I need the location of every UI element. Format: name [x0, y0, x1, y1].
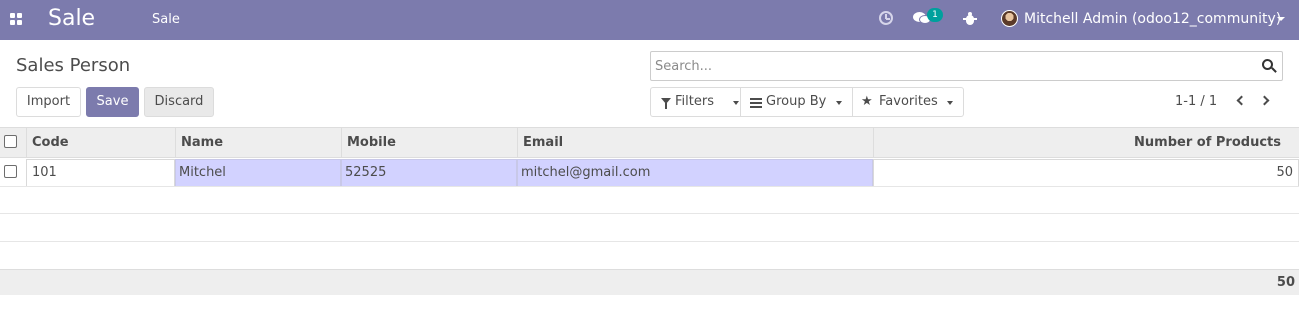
pager-previous-button[interactable]: [1234, 94, 1248, 108]
group-by-dropdown[interactable]: Group By: [740, 87, 853, 117]
row-divider: [0, 186, 1299, 187]
email-field[interactable]: mitchel@gmail.com: [517, 159, 873, 187]
select-all-checkbox[interactable]: [4, 135, 17, 148]
chevron-left-icon: [1236, 95, 1247, 106]
caret-down-icon: [836, 101, 842, 105]
search-box: [650, 51, 1283, 81]
pager-value[interactable]: 1-1 / 1: [1175, 94, 1217, 109]
search-input[interactable]: [655, 56, 1245, 76]
favorites-dropdown[interactable]: ★ Favorites: [852, 87, 964, 117]
table-footer: 50: [0, 269, 1299, 295]
row-checkbox[interactable]: [4, 165, 17, 178]
pager-next-button[interactable]: [1259, 94, 1274, 108]
row-divider: [0, 213, 1299, 214]
name-field[interactable]: Mitchel: [175, 159, 341, 187]
menu-item-sale[interactable]: Sale: [152, 12, 180, 27]
group-by-label: Group By: [766, 94, 827, 109]
app-brand[interactable]: Sale: [48, 6, 95, 31]
import-button[interactable]: Import: [16, 87, 81, 117]
caret-down-icon: [733, 101, 739, 105]
filters-label: Filters: [675, 94, 714, 109]
column-header-email[interactable]: Email: [517, 128, 873, 157]
apps-grid-icon[interactable]: [10, 13, 23, 26]
clock-icon[interactable]: [879, 11, 893, 25]
discard-button[interactable]: Discard: [144, 87, 214, 117]
row-divider: [0, 241, 1299, 242]
bug-icon[interactable]: [963, 12, 977, 25]
user-menu[interactable]: Mitchell Admin (odoo12_community): [1024, 11, 1281, 27]
page-title: Sales Person: [16, 55, 131, 76]
caret-down-icon[interactable]: [1277, 17, 1285, 21]
chevron-right-icon: [1259, 95, 1270, 106]
star-icon: ★: [861, 94, 873, 109]
column-header-code[interactable]: Code: [26, 128, 175, 157]
top-navbar: Sale Sale 1 Mitchell Admin (odoo12_commu…: [0, 0, 1299, 40]
filters-dropdown[interactable]: Filters: [650, 87, 741, 117]
table-header: Code Name Mobile Email Number of Product…: [0, 127, 1299, 158]
column-header-name[interactable]: Name: [175, 128, 341, 157]
column-header-number-of-products[interactable]: Number of Products: [873, 128, 1299, 157]
chat-badge: 1: [927, 8, 943, 22]
mobile-field[interactable]: 52525: [341, 159, 517, 187]
filter-icon: [661, 98, 671, 109]
column-header-mobile[interactable]: Mobile: [341, 128, 517, 157]
caret-down-icon: [947, 101, 953, 105]
code-field[interactable]: 101: [26, 159, 175, 187]
search-icon[interactable]: [1262, 59, 1277, 73]
bars-icon: [750, 98, 762, 108]
save-button[interactable]: Save: [86, 87, 139, 117]
number-of-products-field[interactable]: 50: [873, 159, 1299, 187]
favorites-label: Favorites: [879, 94, 938, 109]
footer-total-products: 50: [1276, 275, 1295, 290]
avatar[interactable]: [1001, 10, 1018, 27]
